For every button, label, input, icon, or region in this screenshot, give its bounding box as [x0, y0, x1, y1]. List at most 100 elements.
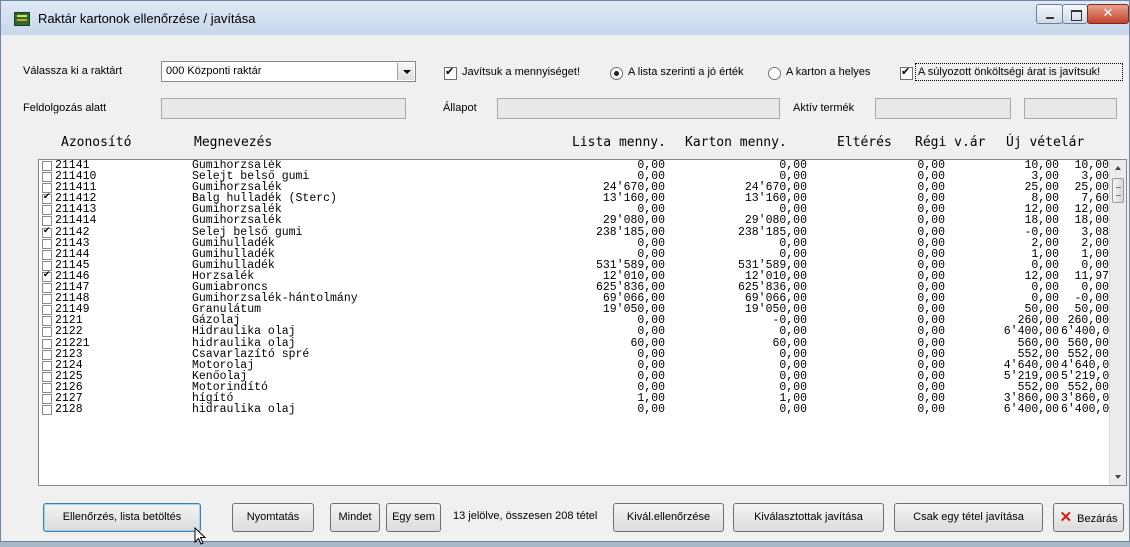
radio-card-correct-label: A karton a helyes [786, 66, 871, 78]
row-checkbox[interactable] [42, 327, 52, 338]
scroll-down-icon[interactable] [1110, 469, 1126, 485]
window-close-button[interactable]: ✕ [1087, 4, 1129, 24]
client-area: Válassza ki a raktárt 000 Központi raktá… [9, 35, 1127, 545]
cell-card-qty: 60,00 [772, 336, 807, 350]
cell-name: Gumihulladék [192, 236, 275, 250]
load-list-button[interactable]: Ellenőrzés, lista betöltés [43, 503, 201, 532]
col-header-list-qty: Lista menny. [572, 135, 666, 150]
row-checkbox[interactable] [42, 393, 52, 404]
cell-new-price: 2,00 [1081, 236, 1109, 250]
cell-new-price: 560,00 [1067, 336, 1109, 350]
row-checkbox[interactable] [42, 161, 52, 171]
fix-cost-checkbox[interactable] [900, 65, 913, 80]
active-product-field-2 [1024, 98, 1117, 119]
row-checkbox[interactable] [42, 172, 52, 183]
fix-cost-label: A súlyozott önköltségi árat is javítsuk! [918, 66, 1101, 78]
cell-diff: 0,00 [917, 214, 945, 228]
close-button-label: Bezárás [1077, 513, 1118, 525]
state-field [497, 98, 780, 119]
row-checkbox[interactable] [42, 270, 52, 282]
fix-selected-button[interactable]: Kiválasztottak javítása [733, 503, 884, 532]
col-header-old-price: Régi v.ár [915, 135, 986, 150]
active-product-label: Aktív termék [793, 102, 855, 114]
cell-list-qty: 0,00 [637, 325, 665, 339]
cell-id: 21221 [55, 336, 90, 350]
cell-old-price: 6'400,00 [1003, 403, 1059, 417]
fix-one-item-button[interactable]: Csak egy tétel javítása [894, 503, 1043, 532]
scroll-thumb[interactable] [1112, 178, 1124, 203]
col-header-id: Azonosító [61, 135, 132, 150]
check-selected-button[interactable]: Kivál.ellenőrzése [613, 503, 724, 532]
cell-new-price: 6'400,00 [1061, 325, 1117, 339]
row-checkbox[interactable] [42, 305, 52, 316]
cell-card-qty: 238'185,00 [737, 225, 807, 239]
row-checkbox[interactable] [42, 238, 52, 249]
row-checkbox[interactable] [42, 316, 52, 327]
row-checkbox[interactable] [42, 294, 52, 305]
select-all-button[interactable]: Mindet [330, 503, 380, 532]
warehouse-select[interactable]: 000 Központi raktár [161, 61, 416, 82]
minimize-button[interactable] [1036, 4, 1063, 24]
table-row[interactable]: 2122 Hidraulika olaj 0,00 0,00 0,00 6'400,00 6… [39, 325, 1126, 339]
row-checkbox[interactable] [42, 226, 52, 238]
cell-card-qty: 29'080,00 [744, 214, 807, 228]
radio-list-value[interactable] [610, 67, 623, 80]
title-bar[interactable]: Raktár kartonok ellenőrzése / javítása ✕ [1, 1, 1129, 35]
cell-id: 21143 [55, 236, 90, 250]
select-none-button[interactable]: Egy sem [386, 503, 441, 532]
window-title: Raktár kartonok ellenőrzése / javítása [38, 11, 256, 26]
cell-old-price: 552,00 [1017, 347, 1059, 361]
warehouse-label: Válassza ki a raktárt [23, 65, 123, 77]
scroll-up-icon[interactable] [1110, 160, 1126, 176]
table-row[interactable]: 2128 hidraulika olaj 0,00 0,00 0,00 6'400,00 6… [39, 404, 1126, 415]
col-header-card-qty: Karton menny. [685, 135, 787, 150]
cell-diff: 0,00 [917, 325, 945, 339]
chevron-down-icon[interactable] [397, 63, 414, 80]
row-checkbox[interactable] [42, 371, 52, 382]
cell-new-price: 6'400,00 [1061, 403, 1117, 417]
items-table[interactable]: 21141 Gumihorzsalék 0,00 0,00 0,00 10,00 10,00… [38, 159, 1127, 486]
cell-old-price: -0,00 [1024, 225, 1059, 239]
warehouse-select-value: 000 Központi raktár [166, 65, 262, 77]
row-checkbox[interactable] [42, 338, 52, 349]
cell-old-price: 560,00 [1017, 336, 1059, 350]
radio-card-correct[interactable] [768, 67, 781, 80]
cell-id: 2122 [55, 325, 83, 339]
table-row[interactable]: 21142 Selej belső gumi 238'185,00 238'185,0… [39, 225, 1126, 239]
row-checkbox[interactable] [42, 360, 52, 371]
cell-list-qty: 0,00 [637, 236, 665, 250]
cell-new-price: 18,00 [1074, 214, 1109, 228]
processing-field [161, 98, 406, 119]
table-row[interactable]: 21221 hidraulika olaj 60,00 60,00 0,00 560,00… [39, 336, 1126, 350]
row-checkbox[interactable] [42, 405, 52, 416]
cell-id: 211414 [55, 214, 97, 228]
print-button[interactable]: Nyomtatás [232, 503, 314, 532]
close-button[interactable]: ✕ Bezárás [1053, 503, 1124, 532]
selection-status: 13 jelölve, összesen 208 tétel [453, 510, 598, 522]
table-body: 21141 Gumihorzsalék 0,00 0,00 0,00 10,00 10,00… [39, 160, 1126, 415]
cell-name: Selej belső gumi [192, 225, 303, 239]
col-header-diff: Eltérés [837, 135, 892, 150]
row-checkbox[interactable] [42, 349, 52, 360]
cell-card-qty: 0,00 [779, 347, 807, 361]
cell-list-qty: 238'185,00 [595, 225, 665, 239]
cell-id: 2128 [55, 403, 83, 417]
col-header-new-price: Új vételár [1006, 135, 1085, 150]
cell-list-qty: 0,00 [637, 403, 665, 417]
cell-diff: 0,00 [917, 347, 945, 361]
row-checkbox[interactable] [42, 382, 52, 393]
table-row[interactable]: 211414 Gumihorzsalék 29'080,00 29'080,00 0,0… [39, 214, 1126, 228]
row-checkbox[interactable] [42, 283, 52, 294]
fix-quantity-checkbox[interactable] [444, 65, 457, 80]
row-checkbox[interactable] [42, 249, 52, 260]
cell-diff: 0,00 [917, 225, 945, 239]
maximize-button[interactable] [1062, 4, 1088, 24]
row-checkbox[interactable] [42, 192, 52, 205]
cell-card-qty: 0,00 [779, 325, 807, 339]
cell-list-qty: 0,00 [637, 347, 665, 361]
cell-name: hidraulika olaj [192, 336, 296, 350]
row-checkbox[interactable] [42, 205, 52, 216]
cell-old-price: 6'400,00 [1003, 325, 1059, 339]
cell-list-qty: 60,00 [630, 336, 665, 350]
vertical-scrollbar[interactable] [1109, 160, 1126, 485]
